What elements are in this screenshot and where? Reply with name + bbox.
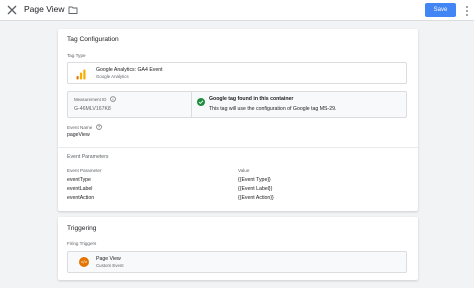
event-name-label: Event Name (67, 125, 93, 130)
table-row-param-value: {{Event Type}} (238, 177, 271, 183)
folder-icon[interactable] (68, 5, 78, 15)
measurement-id-label: Measurement ID (74, 97, 107, 102)
table-row-param-name: eventType (67, 177, 91, 183)
tag-configuration-title: Tag Configuration (67, 36, 119, 43)
help-icon[interactable] (96, 124, 102, 130)
trigger-name: Page View (96, 256, 121, 262)
firing-triggers-label: Firing Triggers (67, 241, 97, 246)
save-button[interactable]: Save (425, 3, 456, 17)
trigger-item[interactable]: </> Page View Custom Event (67, 251, 407, 273)
divider (58, 147, 418, 148)
table-row-param-value: {{Event Action}} (238, 195, 274, 201)
trigger-type: Custom Event (96, 263, 124, 268)
custom-event-icon: </> (79, 257, 89, 267)
value-column-header: Value (238, 168, 250, 173)
table-row-param-value: {{Event Label}} (238, 186, 273, 192)
triggering-card[interactable]: Triggering Firing Triggers </> Page View… (58, 217, 418, 280)
top-bar: Page View Save (0, 0, 474, 21)
event-name-value: pageView (67, 132, 90, 138)
parameter-column-header: Event Parameter (67, 168, 102, 173)
page-title: Page View (24, 4, 65, 14)
info-icon[interactable] (110, 96, 116, 102)
google-tag-found-title: Google tag found in this container (209, 96, 294, 102)
more-vert-icon[interactable] (464, 5, 470, 17)
table-row-param-name: eventAction (67, 195, 95, 201)
tag-type-name: Google Analytics: GA4 Event (96, 67, 163, 73)
tag-type-label: Tag Type (67, 53, 86, 58)
close-icon[interactable] (6, 4, 18, 16)
table-row-param-name: eventLabel (67, 186, 93, 192)
tag-type-subtitle: Google Analytics (96, 74, 129, 79)
check-circle-icon (197, 98, 205, 106)
measurement-id-field[interactable]: Measurement ID G-46MLV167K8 (68, 92, 192, 117)
measurement-panel: Measurement ID G-46MLV167K8 Google tag f… (67, 91, 407, 118)
measurement-id-value: G-46MLV167K8 (74, 106, 111, 112)
event-parameters-title: Event Parameters (67, 154, 109, 160)
google-tag-found-detail: This tag will use the configuration of G… (209, 106, 337, 112)
svg-text:</>: </> (81, 260, 88, 265)
triggering-title: Triggering (67, 225, 97, 232)
analytics-icon (76, 69, 86, 80)
tag-configuration-card[interactable]: Tag Configuration Tag Type Google Analyt… (58, 29, 418, 211)
tag-type-selector[interactable]: Google Analytics: GA4 Event Google Analy… (67, 62, 407, 84)
